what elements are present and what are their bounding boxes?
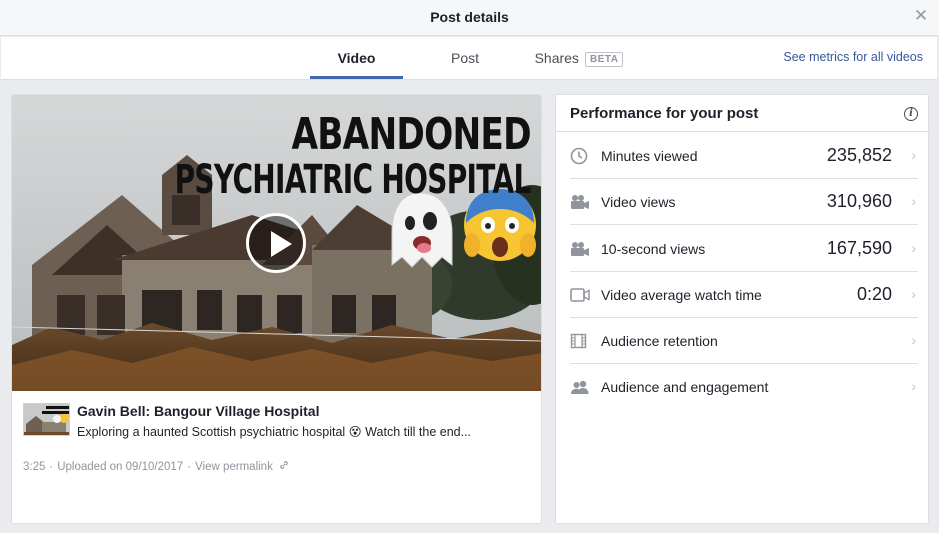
video-title[interactable]: Gavin Bell: Bangour Village Hospital (77, 403, 319, 419)
link-icon (280, 461, 288, 469)
clock-icon (570, 147, 588, 165)
tab-post-label: Post (450, 50, 479, 66)
video-description: Exploring a haunted Scottish psychiatric… (77, 425, 472, 439)
video-camera-icon (571, 242, 589, 256)
metric-label: Video views (601, 194, 676, 210)
tab-shares[interactable]: Shares BETA (523, 37, 635, 79)
metric-label: Minutes viewed (601, 148, 698, 164)
metric-label: Video average watch time (601, 287, 762, 303)
metric-value: 0:20 (856, 284, 892, 304)
thumbnail-title-line1: ABANDONED (291, 109, 532, 160)
performance-title: Performance for your post (570, 105, 759, 122)
tab-shares-label: Shares (534, 50, 579, 66)
play-icon[interactable] (246, 213, 306, 273)
chevron-right-icon: › (911, 240, 916, 256)
video-card: ABANDONED PSYCHIATRIC HOSPITAL Gavin Bel… (11, 94, 542, 524)
metric-row-minutes-viewed[interactable]: Minutes viewed 235,852 › (570, 133, 918, 179)
separator: · (49, 461, 54, 473)
metric-label: Audience retention (601, 333, 718, 349)
video-meta: Gavin Bell: Bangour Village Hospital Exp… (12, 391, 541, 523)
dialog-title: Post details (430, 9, 509, 25)
chevron-right-icon: › (911, 286, 916, 302)
tab-post[interactable]: Post (433, 37, 497, 79)
chevron-right-icon: › (911, 147, 916, 163)
metric-row-audience-engagement[interactable]: Audience and engagement › (570, 364, 918, 410)
tab-video[interactable]: Video (310, 37, 403, 79)
people-icon (571, 380, 589, 394)
video-thumbnail[interactable]: ABANDONED PSYCHIATRIC HOSPITAL (12, 95, 541, 391)
video-duration: 3:25 (23, 461, 46, 473)
thumbnail-title-line2: PSYCHIATRIC HOSPITAL (174, 157, 532, 203)
metric-value: 310,960 (826, 191, 892, 211)
film-strip-icon (570, 333, 587, 349)
video-mini-thumbnail[interactable] (23, 403, 70, 436)
dialog-header: Post details ✕ (0, 0, 939, 36)
video-outline-icon (570, 288, 590, 302)
metric-value: 235,852 (826, 145, 892, 165)
performance-card: Performance for your post i Minutes view… (555, 94, 930, 524)
close-icon[interactable]: ✕ (913, 7, 929, 24)
mini-thumbnail-scene (24, 404, 69, 435)
video-camera-icon (571, 195, 589, 209)
metric-row-average-watch-time[interactable]: Video average watch time 0:20 › (570, 272, 918, 318)
metric-row-audience-retention[interactable]: Audience retention › (570, 318, 918, 364)
upload-date: Uploaded on 09/10/2017 (57, 461, 184, 473)
info-icon[interactable]: i (904, 107, 918, 121)
video-footer: 3:25 · Uploaded on 09/10/2017 · View permali… (23, 460, 289, 473)
metric-row-10-second-views[interactable]: 10-second views 167,590 › (570, 226, 918, 272)
chevron-right-icon: › (911, 193, 916, 209)
metric-row-video-views[interactable]: Video views 310,960 › (570, 179, 918, 225)
separator: · (187, 461, 192, 473)
tab-bar: Video Post Shares BETA See metrics for al… (1, 37, 937, 80)
permalink-link[interactable]: View permalink (195, 461, 273, 473)
metric-label: Audience and engagement (601, 379, 769, 395)
performance-header: Performance for your post i (556, 95, 930, 132)
see-metrics-link[interactable]: See metrics for all videos (783, 50, 923, 64)
beta-badge: BETA (584, 52, 624, 67)
chevron-right-icon: › (911, 378, 916, 394)
metric-label: 10-second views (601, 241, 706, 257)
metric-value: 167,590 (826, 238, 892, 258)
tab-video-label: Video (337, 50, 376, 66)
chevron-right-icon: › (911, 332, 916, 348)
